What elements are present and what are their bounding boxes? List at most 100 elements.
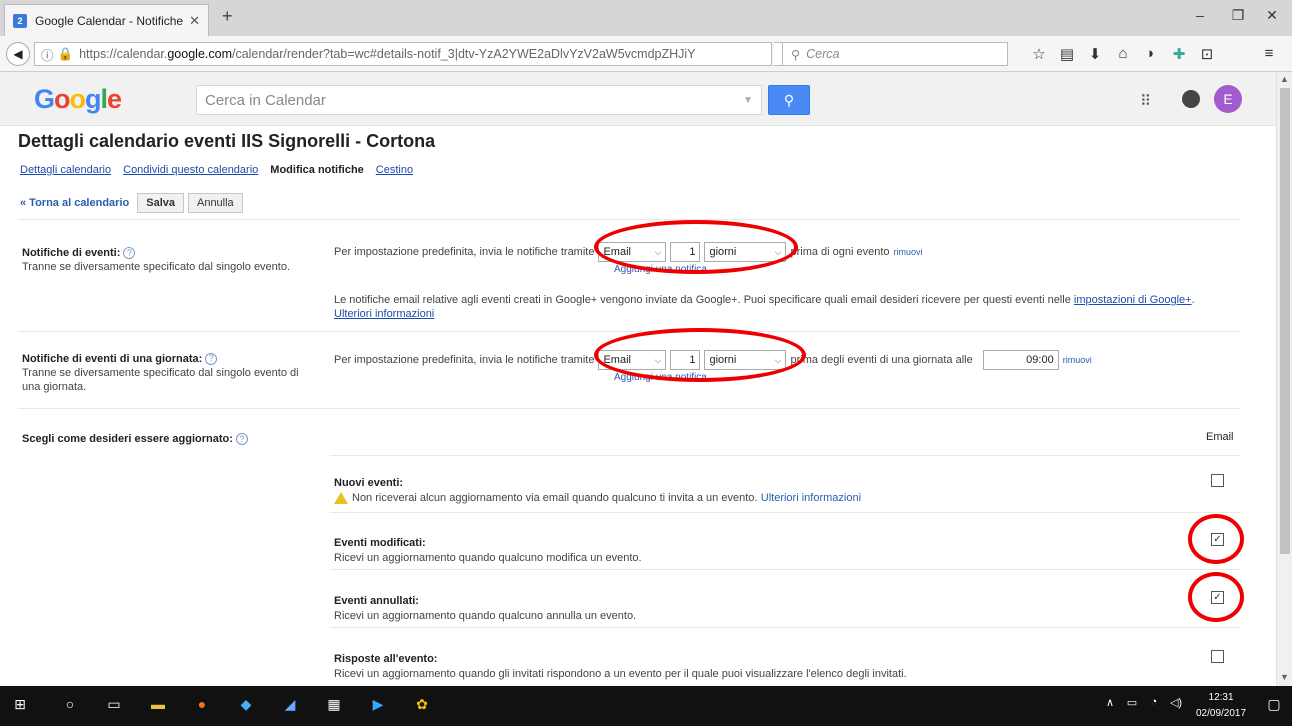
- url-bar[interactable]: ⓘ 🔒 https://calendar. google.com/calendar…: [34, 42, 772, 66]
- sunflower-icon[interactable]: ✿: [412, 696, 432, 716]
- chevron-down-icon: ⌵: [774, 246, 782, 257]
- close-icon[interactable]: ✕: [189, 13, 200, 29]
- action-center-icon[interactable]: ▢: [1264, 696, 1284, 716]
- cancel-button[interactable]: Annulla: [187, 193, 243, 213]
- minimize-icon[interactable]: –: [1180, 7, 1220, 23]
- page-scrollbar[interactable]: ▲ ▼: [1276, 72, 1292, 686]
- new-events-email-checkbox[interactable]: [1211, 474, 1224, 487]
- notifications-icon[interactable]: [1182, 90, 1200, 108]
- app-icon[interactable]: ◢: [280, 696, 300, 716]
- info-icon[interactable]: ⓘ: [41, 45, 54, 64]
- reading-list-icon[interactable]: ▤: [1056, 45, 1078, 63]
- event-notif-unit-select[interactable]: giorni ⌵: [704, 242, 787, 262]
- cortana-icon[interactable]: ○: [60, 696, 80, 716]
- chevron-down-icon[interactable]: ▼: [743, 95, 753, 106]
- event-notif-remove-link[interactable]: rimuovi: [894, 247, 923, 257]
- scroll-down-icon[interactable]: ▼: [1280, 672, 1289, 682]
- logo-letter: G: [34, 84, 55, 114]
- tab-calendar-details[interactable]: Dettagli calendario: [20, 164, 111, 176]
- help-icon[interactable]: ?: [235, 432, 248, 445]
- app-icon[interactable]: ◆: [236, 696, 256, 716]
- volume-icon[interactable]: ◁): [1166, 696, 1186, 716]
- event-notif-method-select[interactable]: Email ⌵: [598, 242, 667, 262]
- more-info-link[interactable]: Ulteriori informazioni: [334, 308, 434, 320]
- event-notif-label: Notifiche di eventi:? Tranne se diversam…: [22, 245, 322, 273]
- allday-notif-add-link[interactable]: Aggiungi una notifica: [614, 372, 707, 383]
- browser-navbar: ◀ ⓘ 🔒 https://calendar. google.com/calend…: [0, 36, 1292, 72]
- wifi-icon[interactable]: ◔: [1144, 696, 1164, 716]
- event-notif-add-link[interactable]: Aggiungi una notifica: [614, 264, 707, 275]
- event-notif-pre: Per impostazione predefinita, invia le n…: [334, 246, 595, 258]
- avatar[interactable]: E: [1214, 85, 1242, 113]
- calendar-icon: 2: [13, 13, 27, 28]
- battery-icon[interactable]: ▭: [1122, 696, 1142, 716]
- divider: [330, 455, 1240, 456]
- allday-notif-remove-link[interactable]: rimuovi: [1063, 355, 1092, 365]
- back-to-calendar-link[interactable]: « Torna al calendario: [20, 197, 129, 209]
- url-rest: /calendar/render?tab=wc#details-notif_3|…: [231, 47, 696, 61]
- home-icon[interactable]: ⌂: [1112, 45, 1134, 62]
- chevron-down-icon: ⌵: [774, 354, 782, 365]
- task-view-icon[interactable]: ▭: [104, 696, 124, 716]
- google-plus-info-end: .: [1191, 294, 1195, 306]
- pocket-icon[interactable]: ◗: [1140, 45, 1162, 62]
- browser-search-input[interactable]: ⚲ Cerca: [782, 42, 1008, 66]
- chevron-down-icon: ⌵: [654, 246, 662, 257]
- allday-notif-time-input[interactable]: 09:00: [982, 350, 1059, 370]
- browser-tab[interactable]: 2 Google Calendar - Notifiche ✕: [4, 4, 209, 36]
- help-icon[interactable]: ?: [123, 246, 136, 259]
- cancelled-events-email-checkbox[interactable]: ✓: [1211, 591, 1224, 604]
- lock-icon: 🔒: [57, 46, 74, 61]
- event-notif-row: Per impostazione predefinita, invia le n…: [334, 242, 923, 262]
- calculator-icon[interactable]: ▦: [324, 696, 344, 716]
- more-info-link[interactable]: Ulteriori informazioni: [761, 492, 861, 504]
- allday-notif-post: prima degli eventi di una giornata alle: [790, 354, 973, 366]
- modified-events-email-checkbox[interactable]: ✓: [1211, 533, 1224, 546]
- tab-trash[interactable]: Cestino: [376, 164, 413, 176]
- event-responses-email-checkbox[interactable]: [1211, 650, 1224, 663]
- help-icon[interactable]: ?: [205, 352, 218, 365]
- event-notif-number-input[interactable]: 1: [670, 242, 701, 262]
- google-logo[interactable]: Google: [34, 84, 122, 115]
- apps-grid-icon[interactable]: ⠿: [1140, 92, 1151, 110]
- allday-notif-title: Notifiche di eventi di una giornata:: [22, 353, 203, 365]
- allday-notif-unit-select[interactable]: giorni ⌵: [704, 350, 787, 370]
- windows-start-icon[interactable]: ⊞: [10, 696, 30, 716]
- scroll-up-icon[interactable]: ▲: [1280, 74, 1289, 84]
- menu-icon[interactable]: ≡: [1258, 45, 1280, 62]
- google-header: Google Cerca in Calendar ▼ ⚲ ⠿ E: [0, 72, 1276, 126]
- back-arrow-icon[interactable]: ◀: [6, 42, 30, 66]
- allday-notif-unit: giorni: [709, 354, 737, 366]
- google-plus-info: Le notifiche email relative agli eventi …: [334, 293, 1266, 321]
- tab-edit-notifications[interactable]: Modifica notifiche: [270, 164, 364, 176]
- window-close-icon[interactable]: ✕: [1252, 7, 1292, 24]
- lock-extension-icon[interactable]: ⊡: [1196, 45, 1218, 63]
- list-item: Nuovi eventi: Non riceverai alcun aggior…: [334, 475, 861, 505]
- app-icon[interactable]: ▶: [368, 696, 388, 716]
- tray-chevron-icon[interactable]: ∧: [1100, 696, 1120, 716]
- chevron-down-icon: ⌵: [654, 354, 662, 365]
- taskbar-clock[interactable]: 12:31 02/09/2017: [1196, 690, 1246, 722]
- search-icon: ⚲: [791, 47, 801, 62]
- google-plus-settings-link[interactable]: impostazioni di Google+: [1074, 294, 1192, 306]
- browser-search-placeholder: Cerca: [806, 47, 840, 61]
- logo-letter: o: [54, 84, 70, 114]
- bookmark-star-icon[interactable]: ☆: [1028, 45, 1050, 63]
- calendar-search-input[interactable]: Cerca in Calendar ▼: [196, 85, 762, 115]
- tab-share-calendar[interactable]: Condividi questo calendario: [123, 164, 258, 176]
- firefox-icon[interactable]: ●: [192, 696, 212, 716]
- scroll-thumb[interactable]: [1280, 88, 1290, 554]
- allday-notif-subtitle: Tranne se diversamente specificato dal s…: [22, 367, 299, 393]
- allday-notif-number-input[interactable]: 1: [670, 350, 701, 370]
- allday-notif-method-select[interactable]: Email ⌵: [598, 350, 667, 370]
- update-row-desc: Ricevi un aggiornamento quando qualcuno …: [334, 552, 642, 564]
- search-button[interactable]: ⚲: [768, 85, 810, 115]
- download-icon[interactable]: ⬇: [1084, 45, 1106, 63]
- extension-icon[interactable]: ✚: [1168, 45, 1190, 63]
- list-item: Risposte all'evento: Ricevi un aggiornam…: [334, 651, 907, 681]
- new-tab-icon[interactable]: +: [222, 6, 233, 27]
- warning-icon: [334, 491, 348, 504]
- url-domain: google.com: [167, 47, 232, 61]
- file-explorer-icon[interactable]: ▬: [148, 696, 168, 716]
- save-button[interactable]: Salva: [137, 193, 184, 213]
